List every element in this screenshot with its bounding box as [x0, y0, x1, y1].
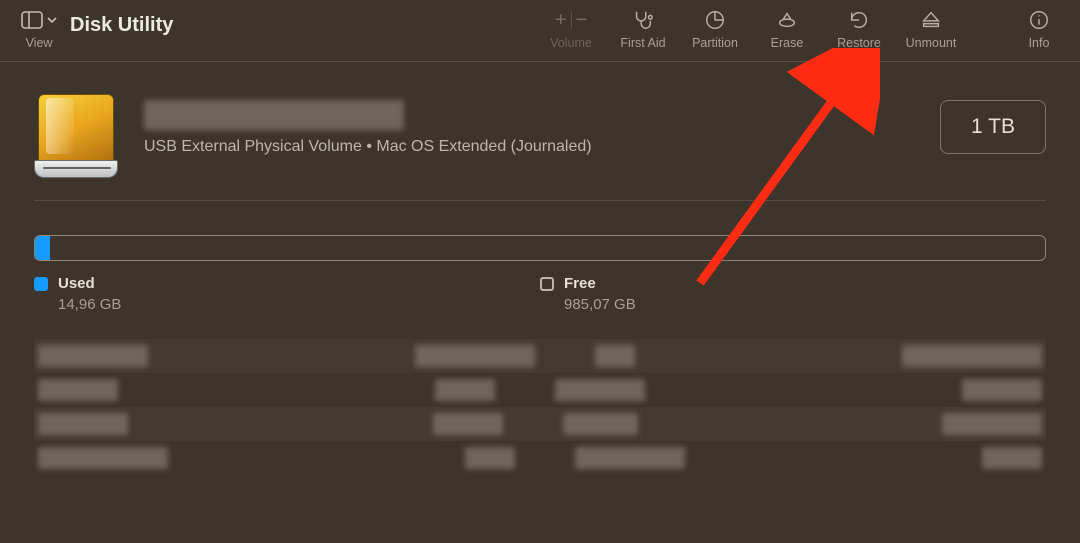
table-row: [34, 441, 1046, 475]
volume-label: Volume: [550, 36, 592, 50]
used-value: 14,96 GB: [58, 296, 540, 313]
volume-tool: +− Volume: [544, 8, 598, 50]
view-label: View: [26, 36, 53, 50]
plus-minus-icon: +−: [555, 8, 587, 32]
eject-icon: [920, 8, 942, 32]
free-value: 985,07 GB: [564, 296, 1046, 313]
usage-fill: [35, 236, 50, 260]
partition-tool[interactable]: Partition: [688, 8, 742, 50]
details-table: [34, 339, 1046, 475]
legend-free: Free 985,07 GB: [540, 275, 1046, 313]
stethoscope-icon: [632, 8, 654, 32]
sidebar-icon: [21, 11, 43, 29]
unmount-tool[interactable]: Unmount: [904, 8, 958, 50]
restore-icon: [848, 8, 870, 32]
table-row: [34, 373, 1046, 407]
toolbar-left: View Disk Utility: [14, 8, 173, 50]
view-tool: View: [14, 8, 64, 50]
info-label: Info: [1029, 36, 1050, 50]
sidebar-toggle[interactable]: [21, 8, 57, 32]
volume-titles: USB External Physical Volume • Mac OS Ex…: [144, 94, 914, 156]
info-icon: [1028, 8, 1050, 32]
usage-section: Used 14,96 GB Free 985,07 GB: [0, 201, 1080, 313]
erase-icon: [776, 8, 798, 32]
unmount-label: Unmount: [906, 36, 957, 50]
erase-label: Erase: [771, 36, 804, 50]
capacity-badge: 1 TB: [940, 100, 1046, 154]
info-tool[interactable]: Info: [1012, 8, 1066, 50]
volume-subtitle: USB External Physical Volume • Mac OS Ex…: [144, 138, 914, 156]
used-swatch: [34, 277, 48, 291]
external-drive-icon: [34, 94, 118, 178]
volume-name-redacted: [144, 100, 404, 130]
free-label: Free: [564, 275, 596, 292]
partition-icon: [704, 8, 726, 32]
app-title: Disk Utility: [70, 14, 173, 37]
usage-legend: Used 14,96 GB Free 985,07 GB: [34, 275, 1046, 313]
legend-used: Used 14,96 GB: [34, 275, 540, 313]
usage-bar: [34, 235, 1046, 261]
restore-tool[interactable]: Restore: [832, 8, 886, 50]
first-aid-label: First Aid: [620, 36, 665, 50]
used-label: Used: [58, 275, 95, 292]
restore-label: Restore: [837, 36, 881, 50]
table-row: [34, 407, 1046, 441]
table-row: [34, 339, 1046, 373]
partition-label: Partition: [692, 36, 738, 50]
volume-header: USB External Physical Volume • Mac OS Ex…: [0, 62, 1080, 200]
toolbar: View Disk Utility +− Volume First Aid Pa…: [0, 0, 1080, 62]
first-aid-tool[interactable]: First Aid: [616, 8, 670, 50]
erase-tool[interactable]: Erase: [760, 8, 814, 50]
free-swatch: [540, 277, 554, 291]
chevron-down-icon: [47, 16, 57, 24]
